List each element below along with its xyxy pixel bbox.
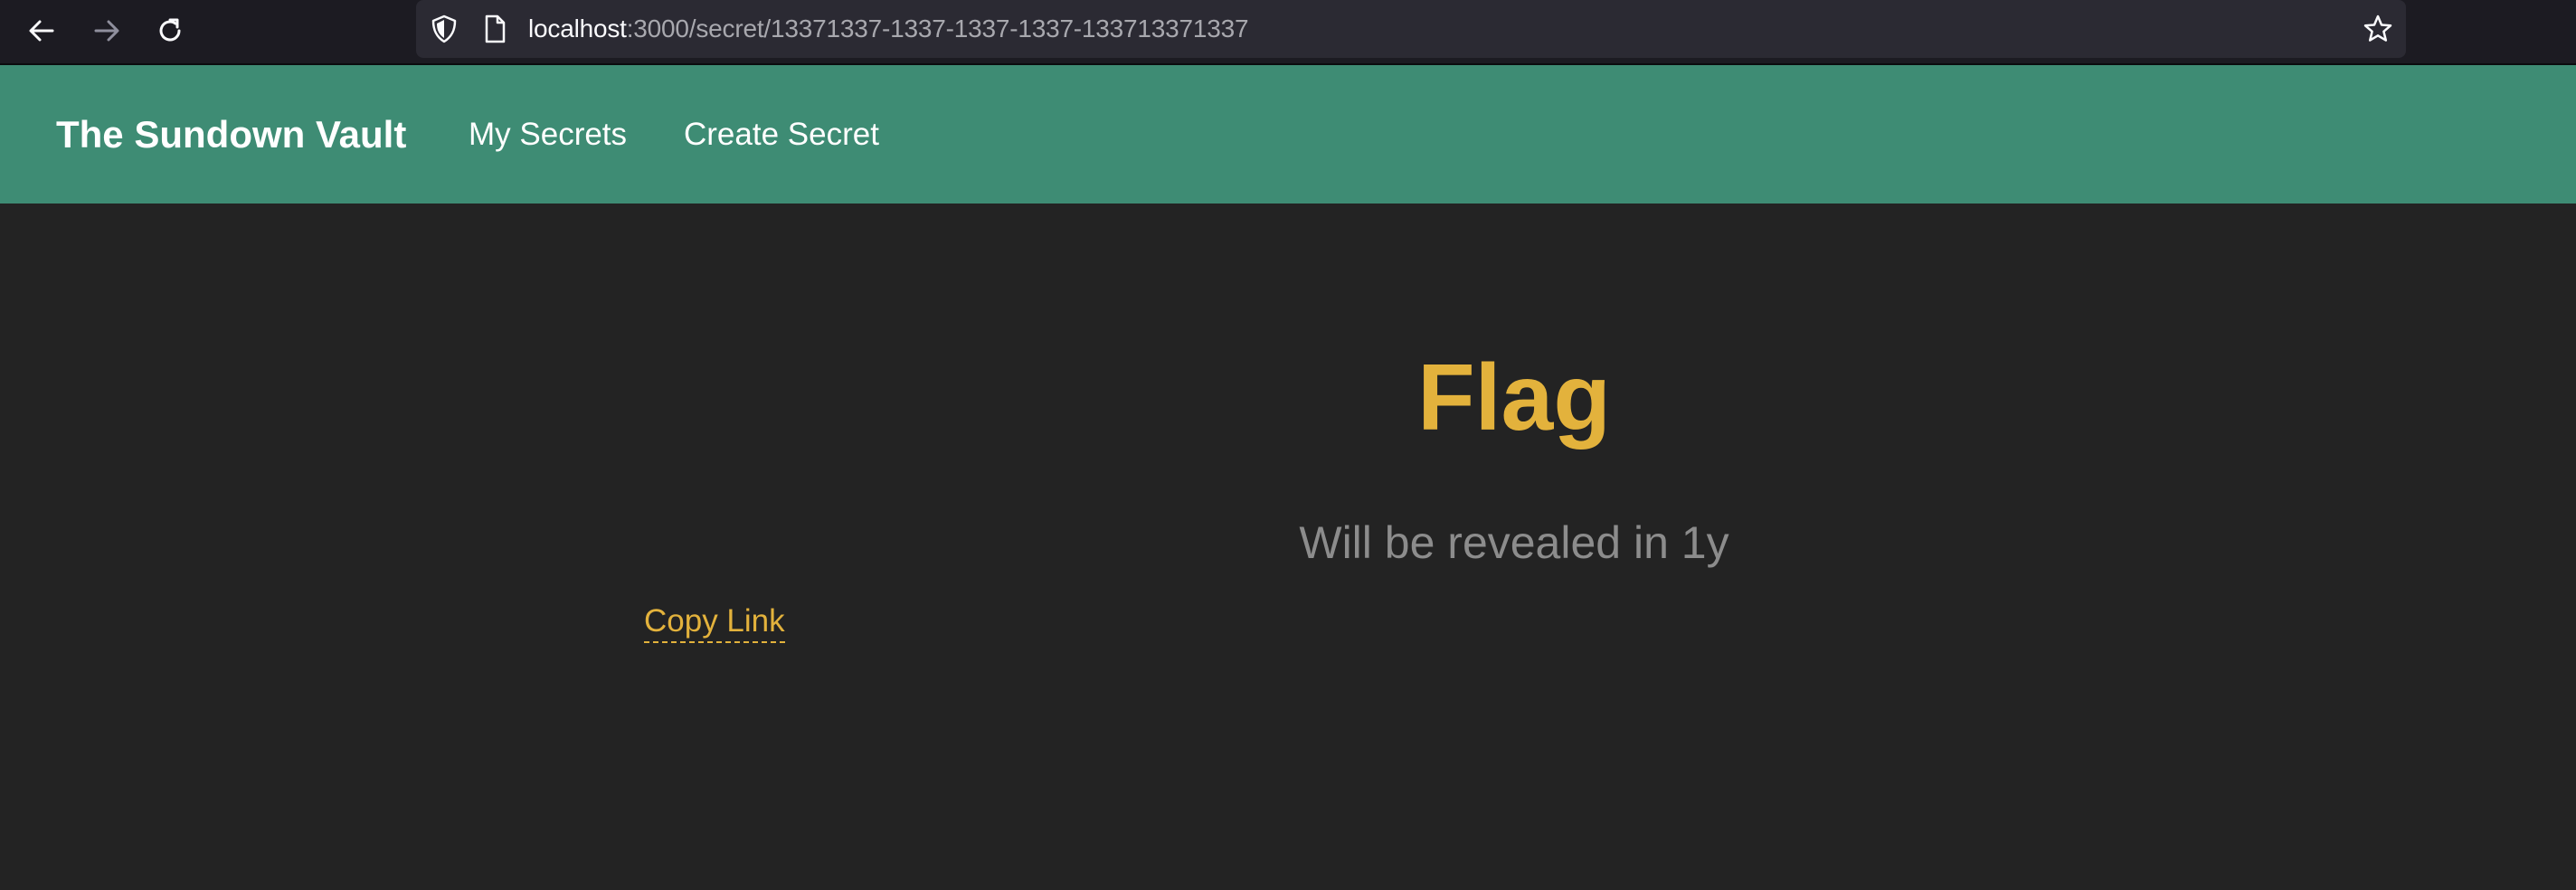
star-icon[interactable] <box>2363 14 2393 44</box>
nav-my-secrets[interactable]: My Secrets <box>469 65 627 204</box>
shield-icon[interactable] <box>429 14 459 44</box>
arrow-left-icon <box>29 20 54 42</box>
page-icon[interactable] <box>479 14 510 44</box>
app-header: The Sundown Vault My Secrets Create Secr… <box>0 65 2576 204</box>
url-text[interactable]: localhost:3000/secret/13371337-1337-1337… <box>528 0 1249 58</box>
url-bar[interactable]: localhost:3000/secret/13371337-1337-1337… <box>416 0 2406 58</box>
reload-button[interactable] <box>150 11 190 51</box>
arrow-right-icon <box>94 20 119 42</box>
url-path: :3000/secret/13371337-1337-1337-1337-133… <box>626 14 1249 43</box>
copy-link-button[interactable]: Copy Link <box>644 601 785 643</box>
reload-icon <box>159 18 181 42</box>
nav-create-secret[interactable]: Create Secret <box>684 65 879 204</box>
secret-title: Flag <box>1417 346 1611 450</box>
back-button[interactable] <box>22 11 62 51</box>
browser-toolbar: localhost:3000/secret/13371337-1337-1337… <box>0 0 2576 65</box>
url-host: localhost <box>528 14 627 43</box>
brand-logo[interactable]: The Sundown Vault <box>56 65 406 204</box>
main-content: Flag Will be revealed in 1y Copy Link <box>0 204 2576 890</box>
reveal-countdown: Will be revealed in 1y <box>1299 517 1729 568</box>
forward-button[interactable] <box>87 11 127 51</box>
